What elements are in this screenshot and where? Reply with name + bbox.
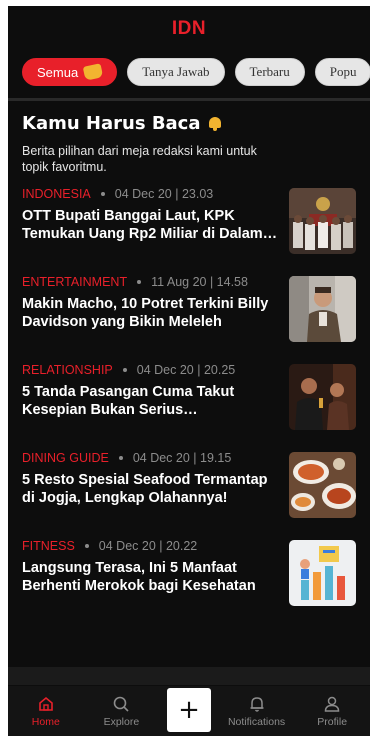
article-item[interactable]: ENTERTAINMENT 11 Aug 20 | 14.58 Makin Ma… [22,275,356,363]
couple-image[interactable] [289,364,356,430]
article-category[interactable]: FITNESS [22,539,75,553]
separator-dot [137,280,142,284]
chip-label: Tanya Jawab [142,64,210,79]
article-date: 11 Aug 20 | 14.58 [151,275,248,289]
category-chips: Semua Tanya Jawab Terbaru Popu [8,52,370,96]
section-subtitle: Berita pilihan dari meja redaksi kami un… [22,144,257,174]
chip-semua[interactable]: Semua [22,58,118,86]
article-item[interactable]: FITNESS 04 Dec 20 | 20.22 Langsung Teras… [22,539,356,627]
add-post-button[interactable]: + [166,688,211,732]
plus-icon: + [178,695,200,725]
home-icon [38,696,53,711]
search-icon [114,696,129,712]
seafood-image[interactable] [289,452,356,518]
portrait-image[interactable] [289,276,356,342]
bell-icon [250,696,264,712]
article-meta: INDONESIA 04 Dec 20 | 23.03 [22,187,284,201]
must-read-section: Kamu Harus Baca Berita pilihan dari meja… [8,101,370,627]
article-category[interactable]: DINING GUIDE [22,451,109,465]
separator-dot [122,368,127,372]
article-meta: DINING GUIDE 04 Dec 20 | 19.15 [22,451,284,465]
article-date: 04 Dec 20 | 20.22 [98,539,198,553]
idn-logo[interactable]: IDN [172,18,206,40]
chip-terbaru[interactable]: Terbaru [234,58,305,86]
tab-label: Notifications [227,715,286,728]
article-text: INDONESIA 04 Dec 20 | 23.03 OTT Bupati B… [22,187,284,275]
tab-label: Explore [103,715,140,728]
section-separator [8,667,370,685]
separator-dot [118,456,123,460]
article-meta: ENTERTAINMENT 11 Aug 20 | 14.58 [22,275,284,289]
bottom-tab-bar: Home Explore + Notifications Profile [8,686,370,736]
article-meta: FITNESS 04 Dec 20 | 20.22 [22,539,284,553]
article-text: FITNESS 04 Dec 20 | 20.22 Langsung Teras… [22,539,284,627]
article-item[interactable]: RELATIONSHIP 04 Dec 20 | 20.25 5 Tanda P… [22,363,356,451]
article-date: 04 Dec 20 | 19.15 [132,451,232,465]
chip-label: Semua [37,64,79,80]
article-text: ENTERTAINMENT 11 Aug 20 | 14.58 Makin Ma… [22,275,284,363]
section-title-text: Kamu Harus Baca [22,113,201,134]
tab-explore[interactable]: Explore [91,695,151,728]
article-title[interactable]: OTT Bupati Banggai Laut, KPK Temukan Uan… [22,207,284,243]
health-illustration-image[interactable] [289,540,356,606]
tab-notifications[interactable]: Notifications [227,695,287,728]
separator-dot [100,192,105,196]
article-item[interactable]: INDONESIA 04 Dec 20 | 23.03 OTT Bupati B… [22,187,356,275]
app-screen: IDN Semua Tanya Jawab Terbaru Popu Kamu … [8,6,370,736]
bell-icon [82,63,104,81]
section-title: Kamu Harus Baca [22,113,356,134]
article-category[interactable]: INDONESIA [22,187,91,201]
bell-icon [207,116,223,132]
chip-populer[interactable]: Popu [314,58,370,86]
article-date: 04 Dec 20 | 23.03 [114,187,214,201]
article-title[interactable]: Langsung Terasa, Ini 5 Manfaat Berhenti … [22,559,284,595]
article-date: 04 Dec 20 | 20.25 [136,363,236,377]
article-title[interactable]: 5 Tanda Pasangan Cuma Takut Kesepian Buk… [22,383,284,419]
article-category[interactable]: ENTERTAINMENT [22,275,127,289]
app-header: IDN [8,6,370,52]
article-category[interactable]: RELATIONSHIP [22,363,113,377]
article-title[interactable]: 5 Resto Spesial Seafood Termantap di Jog… [22,471,284,507]
article-item[interactable]: DINING GUIDE 04 Dec 20 | 19.15 5 Resto S… [22,451,356,539]
article-list: INDONESIA 04 Dec 20 | 23.03 OTT Bupati B… [22,187,356,627]
chip-tanya-jawab[interactable]: Tanya Jawab [127,58,225,86]
article-text: DINING GUIDE 04 Dec 20 | 19.15 5 Resto S… [22,451,284,539]
user-icon [324,696,340,712]
tab-label: Home [31,715,60,728]
article-text: RELATIONSHIP 04 Dec 20 | 20.25 5 Tanda P… [22,363,284,451]
tab-home[interactable]: Home [16,695,76,728]
tab-profile[interactable]: Profile [302,695,362,728]
press-conference-image[interactable] [289,188,356,254]
tab-label: Profile [317,715,348,728]
separator-dot [84,544,89,548]
chip-label: Terbaru [249,64,290,79]
article-meta: RELATIONSHIP 04 Dec 20 | 20.25 [22,363,284,377]
article-title[interactable]: Makin Macho, 10 Potret Terkini Billy Dav… [22,295,284,331]
chip-label: Popu [329,64,357,79]
